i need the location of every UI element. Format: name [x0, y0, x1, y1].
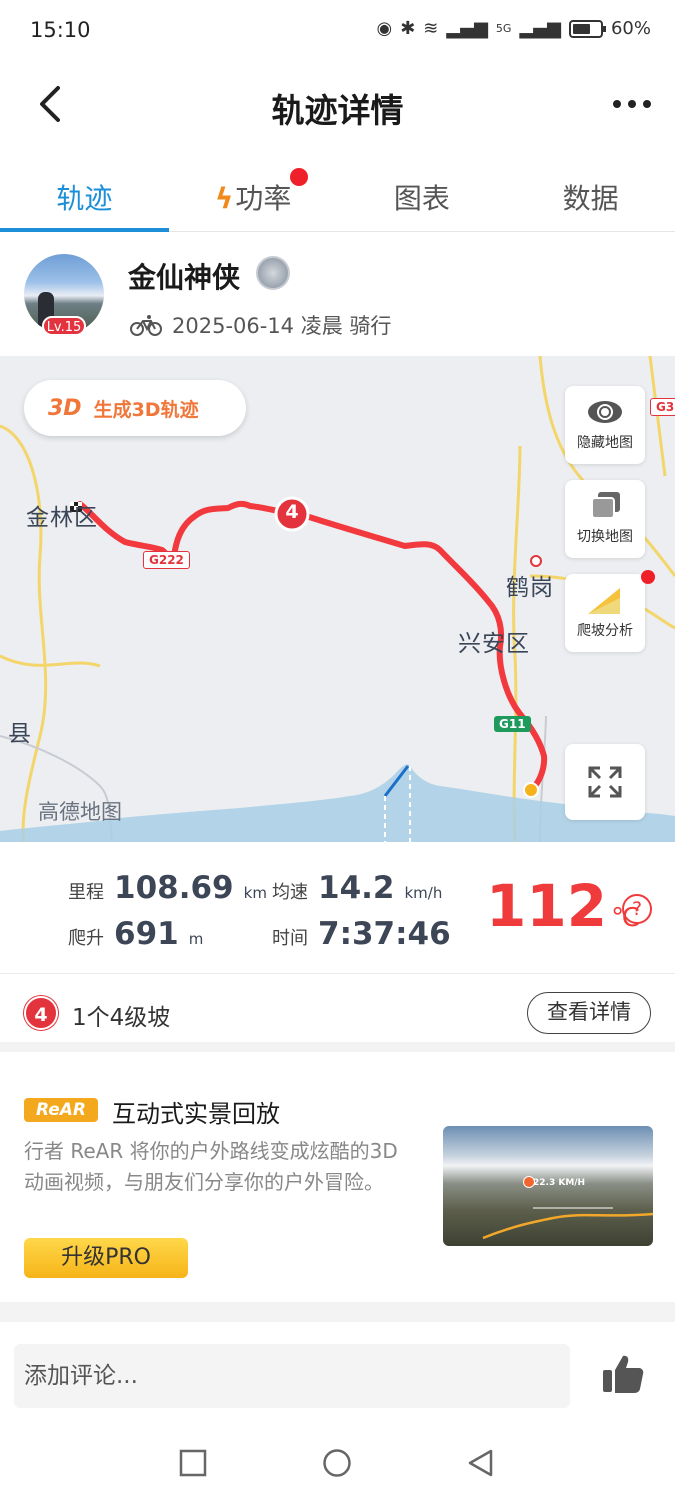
stat-distance: 里程 108.69 km	[68, 870, 267, 906]
bluetooth-icon: ✱	[400, 18, 416, 39]
dot-icon	[643, 100, 651, 108]
help-icon[interactable]: ?	[622, 894, 652, 924]
climb-analysis-button[interactable]: 爬坡分析	[565, 570, 655, 652]
status-bar: 15:10 ◉ ✱ ≋ ▂▄▆ 5G ▂▄▆ 60%	[0, 0, 675, 64]
slope-icon	[586, 584, 624, 616]
3d-icon: 3D	[48, 395, 82, 421]
battery-percent: 60%	[610, 18, 651, 39]
road-badge-g11: G11	[494, 716, 531, 732]
tab-charts-label: 图表	[393, 182, 450, 215]
user-info: Lv.15 金仙神侠 2025-06-14 凌晨 骑行	[0, 240, 675, 352]
climb-count-text: 1个4级坡	[72, 1005, 171, 1031]
climb-category-badge: 4	[24, 996, 58, 1030]
rear-thumb-speed: 22.3 KM/H	[533, 1178, 586, 1188]
wifi-icon: ≋	[423, 18, 439, 39]
layers-icon	[586, 490, 624, 522]
stat-distance-value: 108.69	[114, 870, 234, 906]
recent-apps-button[interactable]	[178, 1448, 208, 1478]
map-label-hegang: 鹤岗	[506, 575, 554, 601]
dot-icon	[628, 100, 636, 108]
comment-bar	[0, 1322, 675, 1422]
generate-3d-track-button[interactable]: 3D 生成3D轨迹	[24, 380, 246, 436]
level-badge: Lv.15	[42, 316, 86, 336]
map-label-jinlin: 金林区	[26, 505, 98, 531]
tab-power-label: 功率	[235, 182, 292, 215]
stat-climb: 爬升 691 m	[68, 916, 203, 952]
climb-marker-label: 4	[285, 501, 299, 523]
section-divider	[0, 1302, 675, 1322]
road-badge-g222: G222	[143, 551, 190, 569]
view-details-button[interactable]: 查看详情	[527, 992, 651, 1034]
ride-stats: 里程 108.69 km 爬升 691 m 均速 14.2 km/h 时间 7:…	[0, 842, 675, 974]
climb-summary: 4 1个4级坡 查看详情	[0, 974, 675, 1052]
map-label-xingan: 兴安区	[458, 631, 530, 657]
tab-charts[interactable]: 图表	[338, 160, 507, 231]
status-icons: ◉ ✱ ≋ ▂▄▆ 5G ▂▄▆ 60%	[376, 18, 651, 39]
rear-title: 互动式实景回放	[112, 1100, 280, 1128]
map-label-county: 县	[8, 721, 32, 747]
switch-map-label: 切换地图	[577, 529, 633, 545]
username[interactable]: 金仙神侠	[128, 256, 240, 296]
fullscreen-button[interactable]	[565, 744, 645, 820]
tab-data[interactable]: 数据	[506, 160, 675, 231]
dot-icon	[613, 100, 621, 108]
temperature-value: 112	[486, 872, 608, 940]
switch-map-button[interactable]: 切换地图	[565, 480, 645, 558]
hide-map-button[interactable]: 隐藏地图	[565, 386, 645, 464]
page-title: 轨迹详情	[271, 91, 404, 130]
lightning-icon: ϟ	[214, 182, 234, 215]
eye-icon	[586, 396, 624, 428]
home-button[interactable]	[322, 1448, 352, 1478]
stat-climb-label: 爬升	[68, 928, 104, 949]
system-nav-bar	[0, 1422, 675, 1500]
tab-bar: 轨迹 ϟ功率 图表 数据	[0, 160, 675, 232]
medal-icon[interactable]	[256, 256, 290, 290]
expand-icon	[586, 766, 624, 798]
battery-icon	[568, 19, 606, 38]
tab-track-label: 轨迹	[56, 182, 113, 215]
stat-distance-unit: km	[243, 884, 267, 902]
tab-track[interactable]: 轨迹	[0, 160, 169, 232]
back-nav-button[interactable]	[466, 1448, 496, 1478]
upgrade-pro-button[interactable]: 升级PRO	[24, 1238, 188, 1278]
stat-speed-value: 14.2	[318, 870, 395, 906]
rear-description: 行者 ReAR 将你的户外路线变成炫酷的3D 动画视频，与朋友们分享你的户外冒险…	[24, 1139, 398, 1194]
temperature-readout: 112 ℃	[486, 872, 640, 940]
road-badge-g33: G33	[650, 398, 675, 416]
tab-data-label: 数据	[562, 182, 619, 215]
stat-climb-unit: m	[188, 930, 204, 948]
signal-icon: ▂▄▆	[446, 18, 488, 39]
status-time: 15:10	[30, 18, 91, 42]
stat-speed-label: 均速	[272, 882, 308, 903]
signal-icon-2: ▂▄▆	[519, 18, 561, 39]
map-provider-logo: 高德地图	[38, 800, 122, 824]
stat-time-label: 时间	[272, 928, 308, 949]
stat-distance-label: 里程	[68, 882, 104, 903]
climb-analysis-label: 爬坡分析	[577, 623, 633, 639]
notification-dot	[641, 570, 655, 584]
tab-power[interactable]: ϟ功率	[169, 160, 338, 231]
hide-map-label: 隐藏地图	[577, 435, 633, 451]
comment-input[interactable]	[14, 1344, 570, 1408]
notification-dot	[289, 168, 308, 186]
ride-date: 2025-06-14 凌晨 骑行	[172, 314, 392, 338]
rear-preview-thumbnail[interactable]: 22.3 KM/H	[443, 1126, 653, 1246]
header: 轨迹详情	[0, 64, 675, 148]
thumbs-up-icon	[603, 1355, 644, 1393]
rear-logo: ReAR	[24, 1098, 98, 1122]
like-button[interactable]	[601, 1352, 645, 1396]
rear-promo: ReAR 互动式实景回放 行者 ReAR 将你的户外路线变成炫酷的3D 动画视频…	[0, 1070, 675, 1302]
generate-3d-label: 生成3D轨迹	[93, 398, 199, 421]
more-options-button[interactable]	[613, 100, 651, 108]
stat-speed-unit: km/h	[404, 884, 443, 902]
stat-time-value: 7:37:46	[318, 916, 451, 952]
stat-time: 时间 7:37:46	[272, 916, 451, 952]
stat-avg-speed: 均速 14.2 km/h	[272, 870, 442, 906]
network-type: 5G	[495, 22, 512, 35]
bicycle-icon	[130, 315, 162, 336]
eye-icon: ◉	[376, 18, 393, 39]
route-map[interactable]: 4 G222 G11 G33 金林区 鹤岗 兴安区 县 高德地图 3D 生成3D…	[0, 356, 675, 842]
ride-info: 2025-06-14 凌晨 骑行	[130, 310, 391, 340]
stat-climb-value: 691	[114, 916, 179, 952]
